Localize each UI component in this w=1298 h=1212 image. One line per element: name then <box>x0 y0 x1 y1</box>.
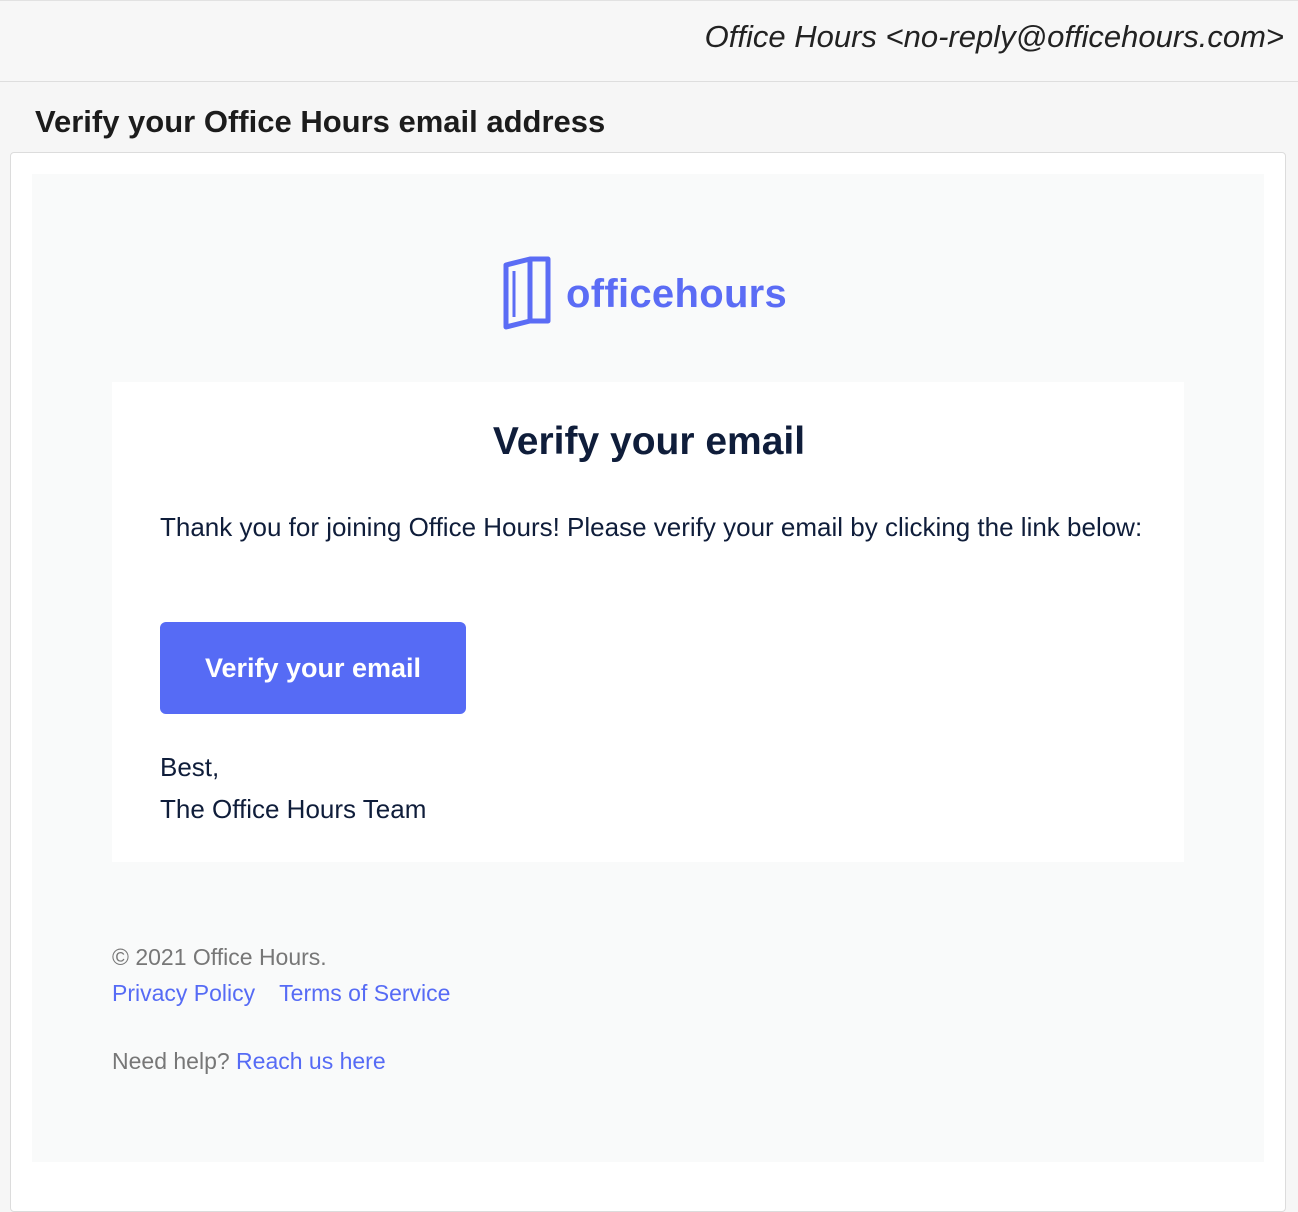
privacy-policy-link[interactable]: Privacy Policy <box>112 980 255 1006</box>
signoff: Best, The Office Hours Team <box>160 746 426 830</box>
footer-links: Privacy Policy Terms of Service <box>112 980 450 1007</box>
sender-address: Office Hours <no-reply@officehours.com> <box>704 19 1284 54</box>
email-header-bar: Office Hours <no-reply@officehours.com> <box>0 0 1298 82</box>
help-prefix: Need help? <box>112 1048 230 1074</box>
email-subject: Verify your Office Hours email address <box>35 104 606 139</box>
card-title: Verify your email <box>492 420 806 463</box>
signoff-greeting: Best, <box>160 752 220 782</box>
brand-logo-text: officehours <box>566 271 788 316</box>
footer-help: Need help? Reach us here <box>112 1048 386 1075</box>
brand-logo: officehours <box>502 254 802 334</box>
verify-email-button[interactable]: Verify your email <box>160 622 466 714</box>
reach-us-link[interactable]: Reach us here <box>236 1048 386 1074</box>
signoff-team: The Office Hours Team <box>160 794 427 824</box>
footer-copyright: © 2021 Office Hours. <box>112 944 327 970</box>
message-body: Thank you for joining Office Hours! Plea… <box>160 512 1143 542</box>
book-logo-icon <box>503 256 551 330</box>
terms-of-service-link[interactable]: Terms of Service <box>279 980 450 1006</box>
